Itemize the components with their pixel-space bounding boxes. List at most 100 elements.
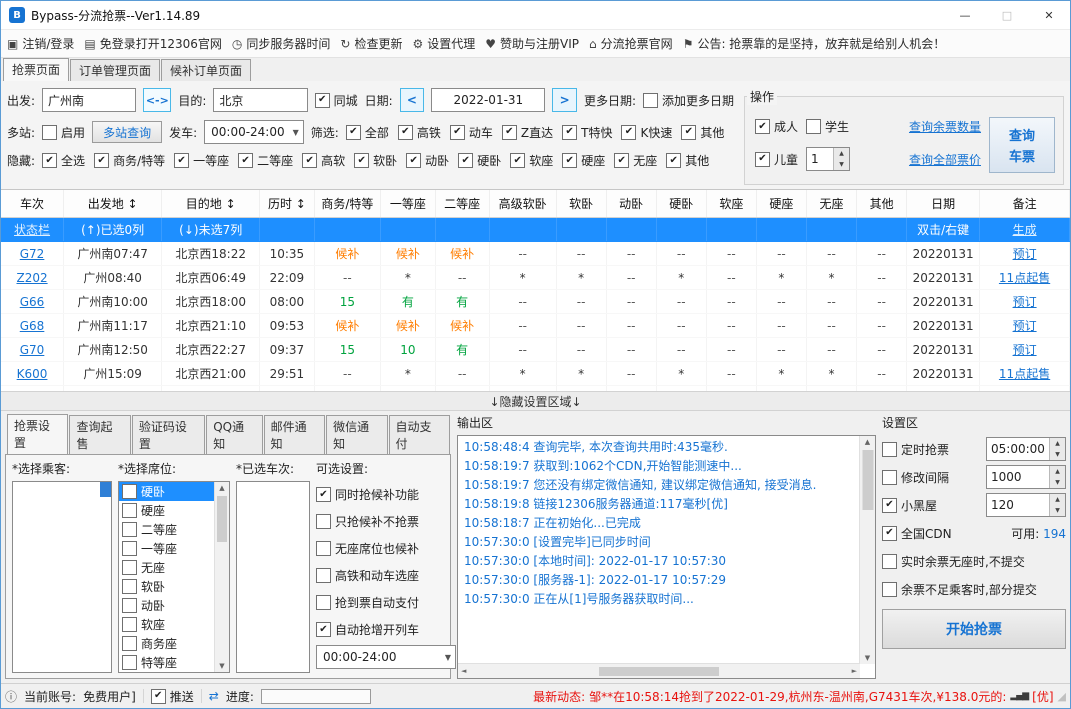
seat-checkbox[interactable] <box>122 579 137 594</box>
seat-checkbox[interactable] <box>122 655 137 670</box>
hide-column-business[interactable]: ✔ 商务/特等 <box>94 152 165 169</box>
hide-column-gaoruan[interactable]: ✔ 高软 <box>302 152 345 169</box>
same-city-checkbox[interactable]: ✔ 同城 <box>314 92 358 109</box>
table-row[interactable]: 状态栏 (↑)已选0列 (↓)未选7列 双击/右键 生成 <box>1 217 1070 242</box>
settings-tab-0[interactable]: 抢票设置 <box>7 414 69 454</box>
toolbar-item-official-site[interactable]: ⌂ 分流抢票官网 <box>589 35 673 52</box>
optional-setting-grab-waitlist[interactable]: ✔ 同时抢候补功能 <box>316 481 444 508</box>
optional-setting-auto-extra-train[interactable]: ✔ 自动抢增开列车 <box>316 616 444 643</box>
settings-tab-5[interactable]: 微信通知 <box>326 415 388 454</box>
partial-submit-checkbox[interactable]: 余票不足乘客时,部分提交 <box>882 581 1037 598</box>
cell-link[interactable]: G70 <box>1 337 65 362</box>
column-header-1[interactable]: 出发地 ↕ <box>63 190 163 218</box>
settings-tab-2[interactable]: 验证码设置 <box>131 415 206 454</box>
hide-column-all[interactable]: ✔ 全选 <box>42 152 85 169</box>
train-type-filter-other[interactable]: ✔ 其他 <box>681 124 724 141</box>
maximize-button[interactable]: □ <box>986 1 1028 29</box>
seat-checkbox[interactable] <box>122 636 137 651</box>
passenger-scroll-thumb[interactable] <box>100 482 111 497</box>
settings-tab-3[interactable]: QQ通知 <box>206 415 263 454</box>
main-tab-0[interactable]: 抢票页面 <box>3 58 70 81</box>
toolbar-item-sync-time[interactable]: ◷ 同步服务器时间 <box>232 35 331 52</box>
seat-item-2[interactable]: 二等座 <box>119 520 214 539</box>
passenger-list[interactable] <box>12 481 112 673</box>
timed-grab-spinner[interactable]: 05:00:00 ▲ ▼ <box>986 437 1066 461</box>
spin-down-icon[interactable]: ▼ <box>1050 505 1065 516</box>
train-type-filter-t-tekuai[interactable]: ✔ T特快 <box>562 124 612 141</box>
spin-down-icon[interactable]: ▼ <box>834 159 849 170</box>
column-header-10[interactable]: 硬卧 <box>656 190 707 218</box>
seat-checkbox[interactable] <box>122 541 137 556</box>
toolbar-item-proxy[interactable]: ⚙ 设置代理 <box>413 35 476 52</box>
seat-checkbox[interactable] <box>122 484 137 499</box>
swap-stations-button[interactable]: <-> <box>143 88 172 112</box>
table-row[interactable]: K600 广州15:09 北京西21:00 29:51 -- * -- * * -- * -- * * --… <box>1 361 1070 386</box>
column-header-2[interactable]: 目的地 ↕ <box>161 190 261 218</box>
seat-scroll-thumb[interactable] <box>217 496 227 542</box>
seat-item-6[interactable]: 动卧 <box>119 596 214 615</box>
hide-column-first-class[interactable]: ✔ 一等座 <box>174 152 229 169</box>
cell-link[interactable]: 预订 <box>979 337 1070 362</box>
blackroom-checkbox[interactable]: ✔ 小黑屋 <box>882 497 937 514</box>
column-header-9[interactable]: 动卧 <box>606 190 657 218</box>
cell-link[interactable]: G72 <box>1 241 65 266</box>
output-vscrollbar[interactable]: ▲ ▼ <box>859 436 875 664</box>
hide-column-yingzuo[interactable]: ✔ 硬座 <box>562 152 605 169</box>
column-header-8[interactable]: 软卧 <box>556 190 607 218</box>
train-type-filter-all[interactable]: ✔ 全部 <box>345 124 389 141</box>
settings-tab-6[interactable]: 自动支付 <box>388 415 450 454</box>
toolbar-item-check-update[interactable]: ↻ 检查更新 <box>340 35 402 52</box>
selected-train-list[interactable] <box>236 481 310 673</box>
spin-up-icon[interactable]: ▲ <box>1050 494 1065 505</box>
multi-station-query-button[interactable]: 多站查询 <box>92 121 163 143</box>
no-seat-no-submit-checkbox[interactable]: 实时余票无座时,不提交 <box>882 553 1025 570</box>
modify-interval-checkbox[interactable]: 修改间隔 <box>882 469 949 486</box>
cell-link[interactable]: G68 <box>1 313 65 338</box>
column-header-15[interactable]: 日期 <box>906 190 981 218</box>
cell-link[interactable]: G66 <box>1 289 65 314</box>
spin-down-icon[interactable]: ▼ <box>1050 449 1065 460</box>
enable-multi-checkbox[interactable]: 启用 <box>42 124 85 141</box>
scroll-down-icon[interactable]: ▼ <box>865 654 870 662</box>
table-row[interactable]: G66 广州南10:00 北京西18:00 08:00 15 有有 -- -- -- -- -- --… <box>1 289 1070 314</box>
student-checkbox[interactable]: 学生 <box>806 118 849 135</box>
column-header-7[interactable]: 高级软卧 <box>489 190 557 218</box>
query-remaining-link[interactable]: 查询余票数量 <box>909 118 981 135</box>
column-header-6[interactable]: 二等座 <box>435 190 490 218</box>
output-vscroll-thumb[interactable] <box>862 450 873 510</box>
toolbar-item-announcement[interactable]: ⚑ 公告: 抢票靠的是坚持，放弃就是给别人机会！ <box>683 35 946 52</box>
settings-tab-4[interactable]: 邮件通知 <box>263 415 326 454</box>
seat-item-3[interactable]: 一等座 <box>119 539 214 558</box>
cell-link[interactable]: 生成 <box>979 217 1070 242</box>
from-input[interactable]: 广州南 <box>42 88 137 112</box>
seat-item-9[interactable]: 特等座 <box>119 653 214 672</box>
seat-checkbox[interactable] <box>122 617 137 632</box>
toolbar-item-vip[interactable]: ♥ 赞助与注册VIP <box>485 35 579 52</box>
seat-item-4[interactable]: 无座 <box>119 558 214 577</box>
column-header-3[interactable]: 历时 ↕ <box>259 190 315 218</box>
column-header-4[interactable]: 商务/特等 <box>314 190 382 218</box>
grab-time-range-select[interactable]: 00:00-24:00 ▼ <box>316 645 456 669</box>
toolbar-item-login[interactable]: ▣ 注销/登录 <box>7 35 74 52</box>
cell-link[interactable]: 状态栏 <box>1 217 65 242</box>
start-grab-button[interactable]: 开始抢票 <box>882 609 1066 649</box>
seat-item-1[interactable]: 硬座 <box>119 501 214 520</box>
minimize-button[interactable]: — <box>944 1 986 29</box>
blackroom-spinner[interactable]: 120 ▲ ▼ <box>986 493 1066 517</box>
spin-up-icon[interactable]: ▲ <box>1050 466 1065 477</box>
seat-item-0[interactable]: 硬卧 <box>119 482 214 501</box>
child-count-spinner[interactable]: 1 ▲ ▼ <box>806 147 851 171</box>
column-header-11[interactable]: 软座 <box>706 190 757 218</box>
table-row[interactable]: G70 广州南12:50 北京西22:27 09:37 15 10 有 -- -- -- -- -- -… <box>1 337 1070 362</box>
depart-time-select[interactable]: 00:00-24:00 ▼ <box>204 120 304 144</box>
cell-link[interactable]: Z202 <box>1 265 65 290</box>
cdn-checkbox[interactable]: ✔ 全国CDN <box>882 525 952 542</box>
child-checkbox[interactable]: ✔ 儿童 <box>755 151 798 168</box>
optional-setting-choose-seat[interactable]: 高铁和动车选座 <box>316 562 444 589</box>
cell-link[interactable]: 11点起售 <box>979 265 1070 290</box>
cell-link[interactable]: 预订 <box>979 313 1070 338</box>
scroll-up-icon[interactable]: ▲ <box>219 484 224 492</box>
hidden-settings-divider[interactable]: ↓隐藏设置区域↓ <box>1 391 1070 411</box>
scroll-down-icon[interactable]: ▼ <box>219 662 224 670</box>
hide-column-other[interactable]: ✔ 其他 <box>666 152 709 169</box>
